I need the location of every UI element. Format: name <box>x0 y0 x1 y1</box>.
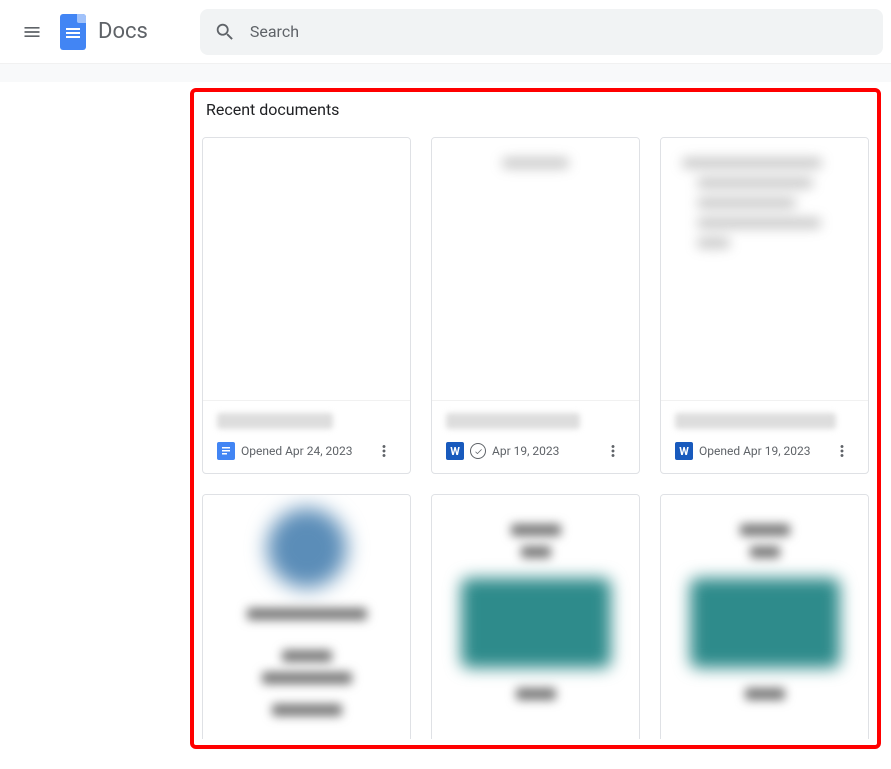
document-thumbnail <box>661 495 868 739</box>
app-name: Docs <box>98 19 148 44</box>
word-file-icon: W <box>446 442 464 460</box>
hamburger-icon <box>22 22 42 42</box>
main-content: Recent documents Opened Apr 24, <box>0 88 891 749</box>
document-date: Opened Apr 19, 2023 <box>699 444 824 458</box>
document-footer: W Opened Apr 19, 2023 <box>661 400 868 473</box>
document-card[interactable] <box>431 494 640 739</box>
more-options-button[interactable] <box>601 439 625 463</box>
document-title <box>675 413 836 429</box>
documents-grid: Opened Apr 24, 2023 <box>202 137 869 739</box>
document-card[interactable]: W Apr 19, 2023 <box>431 137 640 474</box>
more-vert-icon <box>604 442 622 460</box>
document-meta: W Apr 19, 2023 <box>446 439 625 463</box>
document-footer: W Apr 19, 2023 <box>432 400 639 473</box>
document-thumbnail <box>203 495 410 739</box>
offline-available-icon <box>470 443 486 459</box>
docs-file-icon <box>217 442 235 460</box>
section-title: Recent documents <box>206 100 869 119</box>
docs-logo-icon <box>60 14 86 50</box>
app-header: Docs <box>0 0 891 64</box>
more-options-button[interactable] <box>830 439 854 463</box>
document-title <box>217 413 333 429</box>
document-card[interactable]: Opened Apr 24, 2023 <box>202 137 411 474</box>
template-strip <box>0 64 891 82</box>
search-icon <box>214 21 236 43</box>
document-meta: W Opened Apr 19, 2023 <box>675 439 854 463</box>
more-vert-icon <box>375 442 393 460</box>
document-footer: Opened Apr 24, 2023 <box>203 400 410 473</box>
more-vert-icon <box>833 442 851 460</box>
document-card[interactable]: W Opened Apr 19, 2023 <box>660 137 869 474</box>
document-thumbnail <box>203 138 410 400</box>
document-thumbnail <box>432 495 639 739</box>
word-file-icon: W <box>675 442 693 460</box>
document-date: Opened Apr 24, 2023 <box>241 444 366 458</box>
document-card[interactable] <box>660 494 869 739</box>
main-menu-button[interactable] <box>8 8 56 56</box>
search-input[interactable] <box>250 22 869 41</box>
document-title <box>446 413 580 429</box>
recent-documents-section: Recent documents Opened Apr 24, <box>190 88 881 749</box>
search-box[interactable] <box>200 9 883 55</box>
document-thumbnail <box>432 138 639 400</box>
document-thumbnail <box>661 138 868 400</box>
document-card[interactable] <box>202 494 411 739</box>
document-meta: Opened Apr 24, 2023 <box>217 439 396 463</box>
more-options-button[interactable] <box>372 439 396 463</box>
document-date: Apr 19, 2023 <box>492 444 595 458</box>
app-logo-link[interactable]: Docs <box>60 14 148 50</box>
